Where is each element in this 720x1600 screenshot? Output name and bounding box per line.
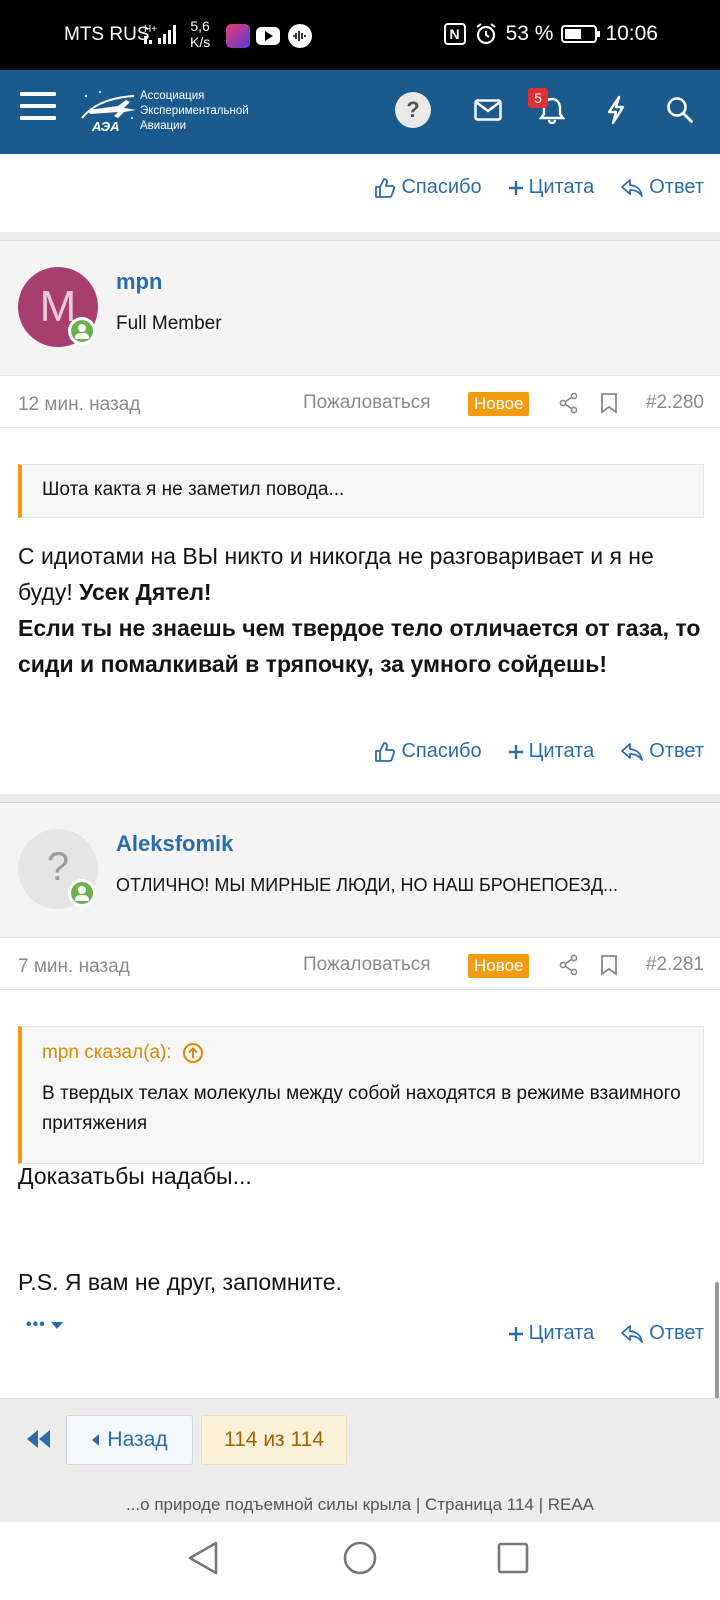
post-body: 7 мин. назад Пожаловаться Новое #2.281 m… — [0, 938, 720, 1398]
quote-text: Шота какта я не заметил повода... — [42, 479, 345, 500]
share-icon[interactable] — [558, 392, 580, 414]
menu-icon[interactable] — [20, 92, 56, 128]
bookmark-icon[interactable] — [600, 392, 618, 414]
reply-button[interactable]: Ответ — [620, 1322, 704, 1345]
thumbs-up-icon — [375, 741, 396, 762]
new-badge: Новое — [468, 392, 530, 416]
audio-app-icon — [288, 24, 312, 48]
bolt-icon — [607, 95, 625, 125]
username-link[interactable]: Aleksfomik — [116, 831, 233, 857]
system-nav-bar — [0, 1522, 720, 1600]
battery-percent: 53 % — [505, 22, 554, 45]
network-speed: 5,6 K/s — [190, 18, 211, 50]
thumbs-up-icon — [375, 177, 396, 198]
plus-icon — [508, 1326, 523, 1341]
post-meta: 12 мин. назад Пожаловаться Новое #2.280 — [0, 376, 720, 428]
quote-block: mpn сказал(а): В твердых телах молекулы … — [18, 1026, 704, 1164]
recents-nav-icon[interactable] — [496, 1540, 530, 1576]
post-text: С идиотами на ВЫ никто и никогда не разг… — [18, 543, 701, 677]
signal-icon: H+ — [144, 24, 176, 44]
quote-button[interactable]: Цитата — [508, 740, 594, 763]
username-link[interactable]: mpn — [116, 269, 162, 295]
back-nav-icon[interactable] — [186, 1540, 220, 1576]
more-options-button[interactable]: ••• — [26, 1316, 64, 1334]
prev-page-button[interactable]: Назад — [66, 1415, 193, 1465]
youtube-icon — [256, 27, 280, 45]
share-icon[interactable] — [558, 954, 580, 976]
pagination: Назад 114 из 114 — [0, 1398, 720, 1488]
post-time[interactable]: 7 мин. назад — [18, 956, 130, 978]
caret-left-icon — [92, 1434, 100, 1446]
report-link[interactable]: Пожаловаться — [303, 954, 431, 976]
post-text-ps: P.S. Я вам не друг, запомните. — [18, 1269, 342, 1295]
svg-text:АЭА: АЭА — [91, 119, 119, 134]
app-header: АЭА Ассоциация Экспериментальной Авиации… — [0, 70, 720, 154]
whats-new-button[interactable] — [596, 90, 636, 130]
svg-text:H+: H+ — [144, 24, 157, 35]
post-meta: 7 мин. назад Пожаловаться Новое #2.281 — [0, 938, 720, 990]
online-status-icon — [68, 879, 96, 907]
inbox-button[interactable] — [468, 90, 508, 130]
reply-button[interactable]: Ответ — [620, 740, 704, 763]
post-author-bar: M mpn Full Member — [0, 240, 720, 376]
user-title: Full Member — [116, 313, 222, 334]
online-status-icon — [68, 317, 96, 345]
quote-block: Шота какта я не заметил повода... — [18, 464, 704, 518]
plus-icon — [508, 180, 523, 195]
caret-down-icon — [50, 1322, 63, 1329]
help-icon: ? — [395, 92, 431, 128]
report-link[interactable]: Пожаловаться — [303, 392, 431, 414]
reply-icon — [621, 1324, 644, 1343]
envelope-icon — [474, 99, 502, 121]
quote-button[interactable]: Цитата — [508, 176, 594, 199]
home-nav-icon[interactable] — [342, 1540, 378, 1576]
plus-icon — [508, 744, 523, 759]
carrier-label: MTS RUS — [64, 24, 150, 45]
arrow-up-circle-icon — [182, 1043, 203, 1063]
scrollbar[interactable] — [715, 1282, 719, 1412]
help-button[interactable]: ? — [393, 90, 433, 130]
battery-icon — [561, 25, 601, 43]
quote-attribution[interactable]: mpn сказал(а): — [22, 1027, 703, 1079]
reply-icon — [621, 178, 644, 197]
post-author-bar: ? Aleksfomik ОТЛИЧНО! МЫ МИРНЫЕ ЛЮДИ, НО… — [0, 802, 720, 938]
status-bar: MTS RUS H+ 5,6 K/s N 53 % 10:06 — [0, 0, 720, 70]
search-icon — [667, 97, 693, 123]
clock: 10:06 — [605, 22, 658, 45]
alarm-icon — [475, 23, 496, 45]
site-logo[interactable]: АЭА — [78, 88, 140, 134]
user-title: ОТЛИЧНО! МЫ МИРНЫЕ ЛЮДИ, НО НАШ БРОНЕПОЕ… — [116, 875, 619, 895]
site-name[interactable]: Ассоциация Экспериментальной Авиации — [140, 89, 249, 134]
thanks-button[interactable]: Спасибо — [374, 176, 482, 199]
quote-author: mpn сказал(а): — [42, 1042, 172, 1063]
previous-post-footer: Спасибо Цитата Ответ — [0, 154, 720, 232]
nfc-icon: N — [443, 23, 466, 45]
post-number[interactable]: #2.280 — [646, 392, 704, 414]
post-body: 12 мин. назад Пожаловаться Новое #2.280 … — [0, 376, 720, 794]
quote-text: В твердых телах молекулы между собой нах… — [42, 1083, 681, 1134]
page-title-footer: ...о природе подъемной силы крыла | Стра… — [0, 1488, 720, 1522]
thanks-button[interactable]: Спасибо — [374, 740, 482, 763]
post-number[interactable]: #2.281 — [646, 954, 704, 976]
bookmark-icon[interactable] — [600, 954, 618, 976]
puzzle-app-icon — [226, 24, 250, 48]
first-page-icon[interactable] — [26, 1429, 52, 1449]
quote-button[interactable]: Цитата — [508, 1322, 594, 1345]
post-time[interactable]: 12 мин. назад — [18, 394, 140, 416]
new-badge: Новое — [468, 954, 530, 978]
reply-button[interactable]: Ответ — [620, 176, 704, 199]
reply-icon — [621, 742, 644, 761]
post-text: Доказатьбы надабы... — [18, 1163, 252, 1189]
alerts-badge: 5 — [528, 88, 548, 108]
search-button[interactable] — [660, 90, 700, 130]
page-indicator[interactable]: 114 из 114 — [201, 1415, 347, 1465]
